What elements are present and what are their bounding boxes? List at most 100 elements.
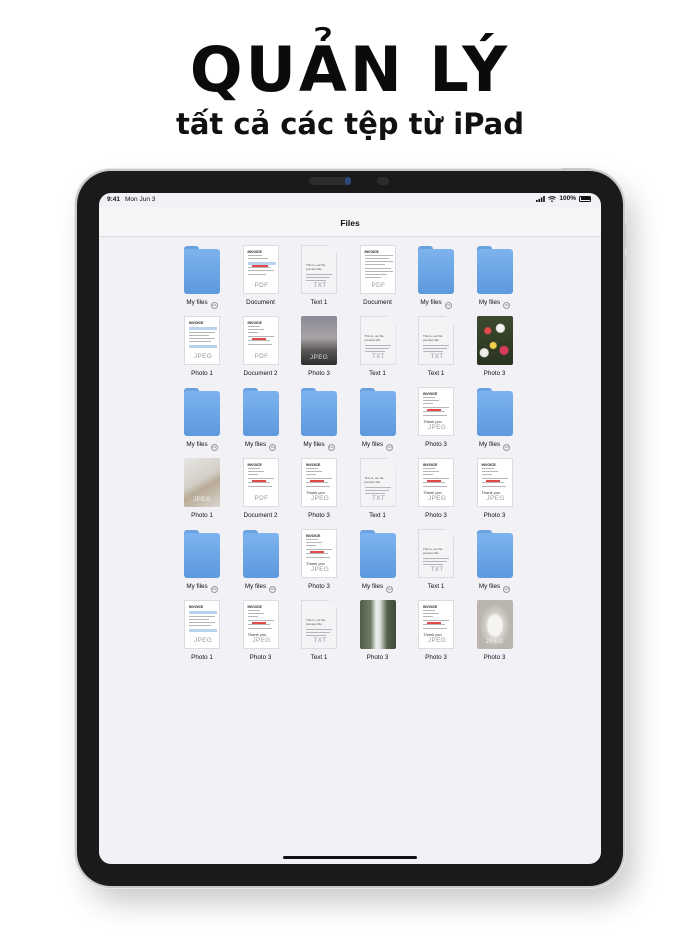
file-item[interactable]: JPEG Photo 1	[181, 458, 223, 519]
document-line	[423, 624, 445, 626]
text-preview: This is, our file preview title	[364, 476, 384, 484]
file-item[interactable]: This is, our file preview title TXT Text 1	[357, 458, 399, 519]
document-line	[247, 344, 272, 346]
file-item[interactable]: My files •••	[357, 387, 399, 451]
document-line	[306, 280, 326, 282]
file-item[interactable]: This is, our file preview title TXT Text 1	[298, 600, 340, 661]
document-line	[247, 336, 274, 338]
document-line	[485, 480, 500, 482]
file-name-text: Photo 3	[483, 370, 506, 377]
folder-icon	[476, 529, 513, 578]
file-item[interactable]: My files •••	[298, 387, 340, 451]
file-item[interactable]: JPEG Photo 3	[474, 600, 516, 661]
file-type-tag: JPEG	[309, 354, 329, 361]
file-item[interactable]: INVOICE Thank you JPEG Photo 3	[474, 458, 516, 519]
file-item[interactable]: Photo 3	[474, 316, 516, 377]
more-options-icon[interactable]: •••	[503, 585, 511, 593]
status-time: 9:41	[107, 196, 121, 203]
file-item[interactable]: This is, our file preview title TXT Text 1	[415, 529, 457, 590]
more-options-icon[interactable]: •••	[503, 443, 511, 451]
file-name: Photo 3	[460, 512, 530, 519]
file-item[interactable]: JPEG Photo 3	[298, 316, 340, 377]
file-item[interactable]: My files •••	[240, 529, 282, 593]
file-item[interactable]: INVOICE PDF Document	[357, 245, 399, 306]
document-line	[364, 264, 385, 266]
file-item[interactable]: My files •••	[240, 387, 282, 451]
invoice-heading: INVOICE	[247, 321, 262, 325]
document-thumbnail: INVOICE PDF	[242, 245, 279, 294]
file-thumbnail	[359, 529, 396, 578]
text-file-icon: This is, our file preview title TXT	[301, 600, 337, 649]
file-type-tag: PDF	[254, 495, 269, 502]
more-options-icon[interactable]: •••	[327, 443, 335, 451]
home-indicator[interactable]	[283, 856, 417, 859]
file-item[interactable]: INVOICE Thank you JPEG Photo 3	[240, 600, 282, 661]
file-item[interactable]: This is, our file preview title TXT Text 1	[298, 245, 340, 306]
document-line	[423, 411, 445, 413]
file-item[interactable]: My files •••	[415, 245, 457, 309]
document-line	[247, 255, 262, 257]
text-preview: This is, our file preview title	[423, 547, 443, 555]
file-item[interactable]: INVOICE Thank you JPEG Photo 3	[415, 458, 457, 519]
document-line	[427, 480, 441, 482]
more-options-icon[interactable]: •••	[269, 443, 277, 451]
more-options-icon[interactable]: •••	[386, 443, 394, 451]
file-type-tag: JPEG	[252, 637, 271, 644]
file-item[interactable]: INVOICE Thank you JPEG Photo 3	[415, 387, 457, 448]
file-item[interactable]: INVOICE JPEG Photo 1	[181, 316, 223, 377]
file-item[interactable]: This is, our file preview title TXT Text 1	[357, 316, 399, 377]
more-options-icon[interactable]: •••	[444, 301, 452, 309]
document-line	[364, 277, 381, 279]
file-item[interactable]: INVOICE JPEG Photo 1	[181, 600, 223, 661]
file-item[interactable]: My files •••	[357, 529, 399, 593]
file-name-text: Photo 1	[191, 370, 213, 377]
document-line	[364, 271, 393, 273]
file-item[interactable]: My files •••	[181, 387, 223, 451]
file-item[interactable]: INVOICE Thank you JPEG Photo 3	[298, 458, 340, 519]
document-line	[247, 468, 260, 470]
file-thumbnail: JPEG	[184, 458, 220, 507]
file-type-tag: PDF	[371, 282, 386, 289]
more-options-icon[interactable]: •••	[210, 301, 218, 309]
file-item[interactable]: INVOICE Thank you JPEG Photo 3	[298, 529, 340, 590]
file-thumbnail	[242, 529, 279, 578]
file-type-tag: JPEG	[192, 496, 212, 503]
more-options-icon[interactable]: •••	[269, 585, 277, 593]
file-item[interactable]: INVOICE PDF Document 2	[240, 458, 282, 519]
file-item[interactable]: My files •••	[181, 245, 223, 309]
document-line	[247, 258, 268, 260]
file-type-tag: JPEG	[310, 566, 330, 573]
document-line	[189, 616, 215, 618]
document-line	[364, 258, 389, 260]
status-date: Mon Jun 3	[125, 196, 156, 203]
more-options-icon[interactable]: •••	[503, 301, 511, 309]
document-line	[247, 329, 264, 331]
document-line	[247, 624, 270, 626]
file-item[interactable]: This is, our file preview title TXT Text 1	[415, 316, 457, 377]
file-type-tag: TXT	[371, 353, 386, 360]
more-options-icon[interactable]: •••	[210, 443, 218, 451]
document-line	[364, 490, 389, 492]
promo-headline: QUẢN LÝ	[189, 33, 511, 106]
document-thumbnail: INVOICE Thank you JPEG	[242, 600, 279, 649]
file-item[interactable]: My files •••	[181, 529, 223, 593]
more-options-icon[interactable]: •••	[210, 585, 218, 593]
file-item[interactable]: INVOICE PDF Document	[240, 245, 282, 306]
file-item[interactable]: INVOICE Thank you JPEG Photo 3	[415, 600, 457, 661]
invoice-heading: INVOICE	[189, 605, 204, 609]
document-line	[481, 478, 508, 480]
file-thumbnail: JPEG	[301, 316, 337, 365]
more-options-icon[interactable]: •••	[386, 585, 394, 593]
file-item[interactable]: Photo 3	[357, 600, 399, 661]
photo-thumbnail	[476, 316, 513, 365]
file-item[interactable]: My files •••	[474, 245, 516, 309]
document-line	[423, 415, 447, 417]
document-line	[251, 480, 266, 482]
folder-body	[418, 249, 454, 294]
folder-body	[476, 391, 513, 436]
ipad-device: 9:41 Mon Jun 3 100% Files My files ••• INV…	[77, 168, 626, 886]
file-name-text: Document	[246, 299, 275, 306]
file-item[interactable]: My files •••	[474, 387, 516, 451]
file-item[interactable]: My files •••	[474, 529, 516, 593]
file-item[interactable]: INVOICE PDF Document 2	[240, 316, 282, 377]
